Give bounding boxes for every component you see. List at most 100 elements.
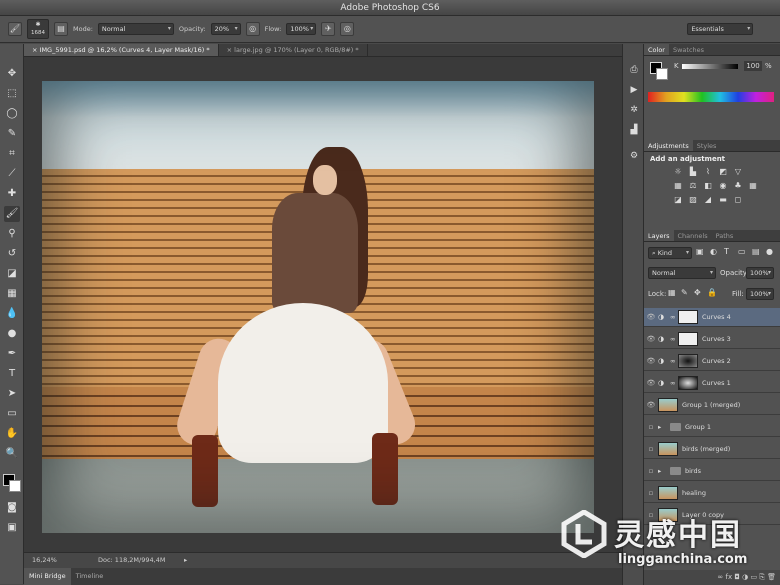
status-arrow-icon[interactable]: ▸ [184,553,187,568]
tab-channels[interactable]: Channels [674,230,712,241]
history-icon[interactable]: ⎙ [626,62,642,78]
vibrance-icon[interactable]: ▽ [732,166,744,177]
pen-tool-icon[interactable]: ✒ [4,346,20,362]
mode-dropdown[interactable]: Normal [97,23,174,35]
layer-row[interactable]: ▫ ▸ Group 1 [644,418,780,437]
gradient-map-icon[interactable]: ▬ [717,194,729,205]
hue-saturation-icon[interactable]: ▦ [672,180,684,191]
quick-select-tool-icon[interactable]: ✎ [4,126,20,142]
background-color-swatch[interactable] [9,480,21,492]
screen-mode-icon[interactable]: ▣ [4,520,20,536]
close-icon[interactable]: × [32,46,37,54]
levels-icon[interactable]: ▙ [687,166,699,177]
zoom-tool-icon[interactable]: 🔍 [4,446,20,462]
brush-tool-icon[interactable]: 🖌 [4,206,20,222]
bg-color-chip[interactable] [656,68,668,80]
gear-icon[interactable]: ✲ [626,102,642,118]
fx-icon[interactable]: fx [725,573,734,581]
close-icon[interactable]: × [227,46,232,54]
pressure-opacity-icon[interactable]: ◎ [245,22,260,36]
layer-row[interactable]: ▫ ▸ birds [644,462,780,481]
layer-opacity-field[interactable]: 100% [746,267,774,279]
eye-icon[interactable]: 👁 [644,313,658,321]
eye-icon[interactable]: 👁 [644,401,658,409]
layer-row[interactable]: ▫ healing [644,484,780,503]
black-white-icon[interactable]: ◧ [702,180,714,191]
posterize-icon[interactable]: ▨ [687,194,699,205]
channel-mixer-icon[interactable]: ♣ [732,180,744,191]
tab-color[interactable]: Color [644,44,669,55]
exposure-icon[interactable]: ◩ [717,166,729,177]
eye-hidden-icon[interactable]: ▫ [644,445,658,453]
lock-icon[interactable]: 🔒 [707,288,717,297]
zoom-level[interactable]: 16,24% [32,553,57,568]
threshold-icon[interactable]: ◢ [702,194,714,205]
histogram-icon[interactable]: ▟ [626,122,642,138]
layer-row[interactable]: 👁 ◑ ∞ Curves 2 [644,352,780,371]
tab-adjustments[interactable]: Adjustments [644,140,693,151]
fill-field[interactable]: 100% [746,288,774,300]
doc-info[interactable]: Doc: 118,2M/994,4M [98,553,165,568]
lock-pixels-icon[interactable]: ✎ [681,288,688,297]
invert-icon[interactable]: ◪ [672,194,684,205]
new-layer-icon[interactable]: ⎘ [759,573,767,581]
k-value[interactable]: 100 [744,61,762,71]
opacity-field[interactable]: 20% [210,23,241,35]
filter-type-icon[interactable]: T [724,247,729,256]
dodge-tool-icon[interactable]: ● [4,326,20,342]
airbrush-icon[interactable]: ✈ [321,22,336,36]
history-brush-tool-icon[interactable]: ↺ [4,246,20,262]
photo-filter-icon[interactable]: ◉ [717,180,729,191]
workspace-dropdown[interactable]: Essentials [687,23,754,35]
tab-styles[interactable]: Styles [693,140,721,151]
document-image[interactable] [42,81,594,533]
tab-mini-bridge[interactable]: Mini Bridge [24,568,71,585]
lasso-tool-icon[interactable]: ◯ [4,106,20,122]
curves-icon[interactable]: ⌇ [702,166,714,177]
doc-tab-inactive[interactable]: × large.jpg @ 170% (Layer 0, RGB/8#) * [219,44,368,56]
layer-row[interactable]: ▫ birds (merged) [644,440,780,459]
eye-hidden-icon[interactable]: ▫ [644,467,658,475]
eye-hidden-icon[interactable]: ▫ [644,489,658,497]
hand-tool-icon[interactable]: ✋ [4,426,20,442]
layer-row[interactable]: 👁 ◑ ∞ Curves 4 [644,308,780,327]
shape-tool-icon[interactable]: ▭ [4,406,20,422]
tab-swatches[interactable]: Swatches [669,44,708,55]
brush-icon[interactable]: 🖌 [8,22,22,36]
eye-icon[interactable]: 👁 [644,335,658,343]
layer-mask-thumb[interactable] [678,332,698,346]
move-tool-icon[interactable]: ✥ [4,66,20,82]
doc-tab-active[interactable]: × IMG_5991.psd @ 16,2% (Curves 4, Layer … [24,44,219,56]
color-balance-icon[interactable]: ⚖ [687,180,699,191]
new-group-icon[interactable]: ▭ [750,573,759,581]
healing-tool-icon[interactable]: ✚ [4,186,20,202]
crop-tool-icon[interactable]: ⌗ [4,146,20,162]
trash-icon[interactable]: 🗑 [767,573,776,581]
properties-icon[interactable]: ⚙ [626,148,642,164]
eyedropper-tool-icon[interactable]: ⟋ [4,166,20,182]
brush-preset-picker[interactable]: ✱ 1684 [27,19,49,39]
layer-mask-thumb[interactable] [678,376,698,390]
blend-mode-dropdown[interactable]: Normal [648,267,716,279]
canvas-area[interactable] [24,57,622,552]
layer-mask-thumb[interactable] [678,354,698,368]
filter-toggle-icon[interactable]: ● [766,247,773,256]
color-lookup-icon[interactable]: ▦ [747,180,759,191]
add-mask-icon[interactable]: ◘ [734,573,742,581]
k-slider[interactable] [682,64,738,69]
filter-pixel-icon[interactable]: ▣ [696,247,704,256]
layer-row[interactable]: 👁 ◑ ∞ Curves 3 [644,330,780,349]
flow-field[interactable]: 100% [286,23,317,35]
filter-shape-icon[interactable]: ▭ [738,247,746,256]
clone-stamp-tool-icon[interactable]: ⚲ [4,226,20,242]
filter-adjust-icon[interactable]: ◐ [710,247,717,256]
eye-hidden-icon[interactable]: ▫ [644,423,658,431]
layer-filter-dropdown[interactable]: ⌕ Kind [648,247,692,259]
pressure-size-icon[interactable]: ◎ [340,22,355,36]
type-tool-icon[interactable]: T [4,366,20,382]
path-select-tool-icon[interactable]: ➤ [4,386,20,402]
eye-icon[interactable]: 👁 [644,379,658,387]
blur-tool-icon[interactable]: 💧 [4,306,20,322]
expand-arrow-icon[interactable]: ▸ [658,467,666,475]
color-spectrum[interactable] [648,92,774,102]
